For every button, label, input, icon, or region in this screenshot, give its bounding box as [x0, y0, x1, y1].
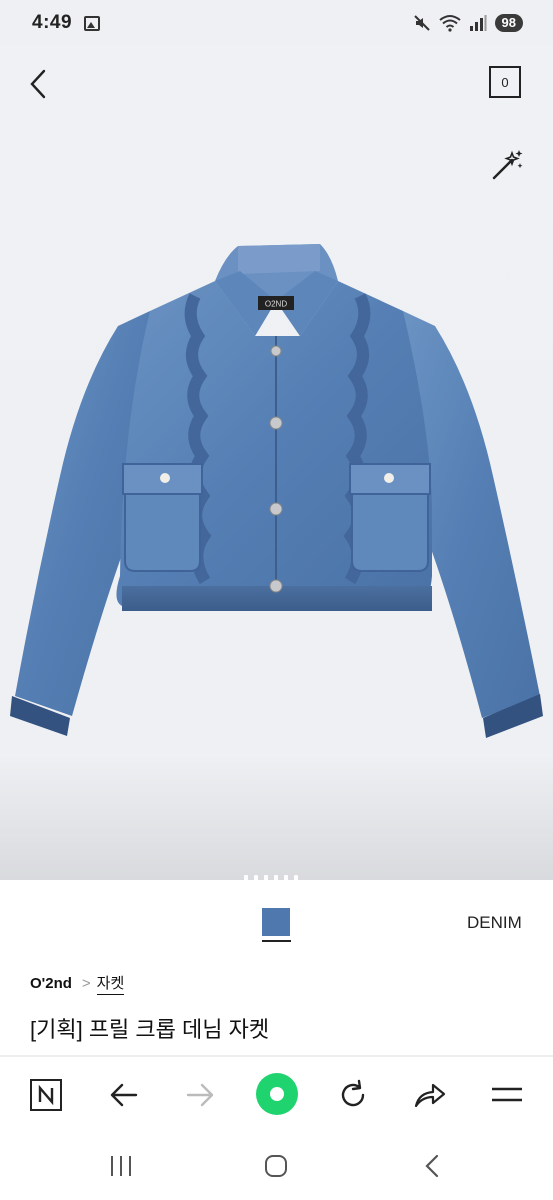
system-home-button[interactable] — [263, 1153, 289, 1184]
system-nav-bar — [0, 1135, 553, 1200]
forward-arrow-button[interactable] — [182, 1077, 218, 1113]
share-button[interactable] — [412, 1077, 448, 1113]
back-arrow-button[interactable] — [106, 1077, 142, 1113]
home-circle-icon — [265, 1155, 287, 1177]
category-link[interactable]: 자켓 — [96, 972, 125, 995]
back-arrow-icon — [110, 1083, 138, 1107]
chevron-left-icon — [30, 69, 46, 99]
share-icon — [414, 1083, 446, 1108]
system-back-button[interactable] — [420, 1153, 446, 1184]
gallery-icon — [84, 15, 101, 31]
wifi-icon — [438, 15, 461, 32]
chevron-right-icon: > — [81, 975, 91, 992]
back-button[interactable] — [24, 66, 56, 102]
magic-wand-button[interactable] — [490, 148, 524, 182]
home-button[interactable] — [256, 1073, 298, 1115]
refresh-icon — [341, 1079, 365, 1107]
refresh-button[interactable] — [335, 1077, 371, 1113]
back-icon — [425, 1154, 439, 1178]
forward-arrow-icon — [186, 1083, 214, 1107]
naver-icon — [30, 1079, 62, 1111]
menu-icon — [492, 1087, 522, 1102]
brand-link[interactable]: O'2nd — [30, 975, 72, 992]
battery-badge: 98 — [494, 14, 523, 32]
browser-toolbar — [0, 1057, 553, 1135]
color-swatch-denim[interactable] — [262, 908, 290, 936]
status-bar: 4:49 98 — [0, 0, 553, 46]
color-name: DENIM — [467, 913, 522, 932]
denim-jacket-image: O2ND — [10, 244, 543, 738]
menu-button[interactable] — [489, 1077, 525, 1113]
product-title: [기획] 프릴 크롭 데님 자켓 — [30, 1017, 270, 1042]
status-time: 4:49 — [32, 12, 73, 33]
swatch-selected-underline — [262, 940, 291, 942]
recent-apps-icon — [111, 1156, 131, 1176]
svg-text:O2ND: O2ND — [265, 300, 287, 309]
color-option-row: DENIM — [0, 880, 553, 960]
home-icon — [270, 1087, 284, 1101]
status-icons: 98 — [413, 14, 523, 32]
cart-count: 0 — [501, 74, 509, 90]
mute-icon — [413, 15, 430, 31]
cart-button[interactable]: 0 — [489, 66, 521, 98]
recent-apps-button[interactable] — [108, 1153, 134, 1184]
breadcrumb: O'2nd > 자켓 — [30, 972, 125, 995]
product-image-carousel[interactable]: O2ND — [0, 46, 553, 890]
signal-icon — [469, 15, 487, 31]
naver-button[interactable] — [28, 1077, 64, 1113]
magic-wand-icon — [492, 150, 523, 180]
